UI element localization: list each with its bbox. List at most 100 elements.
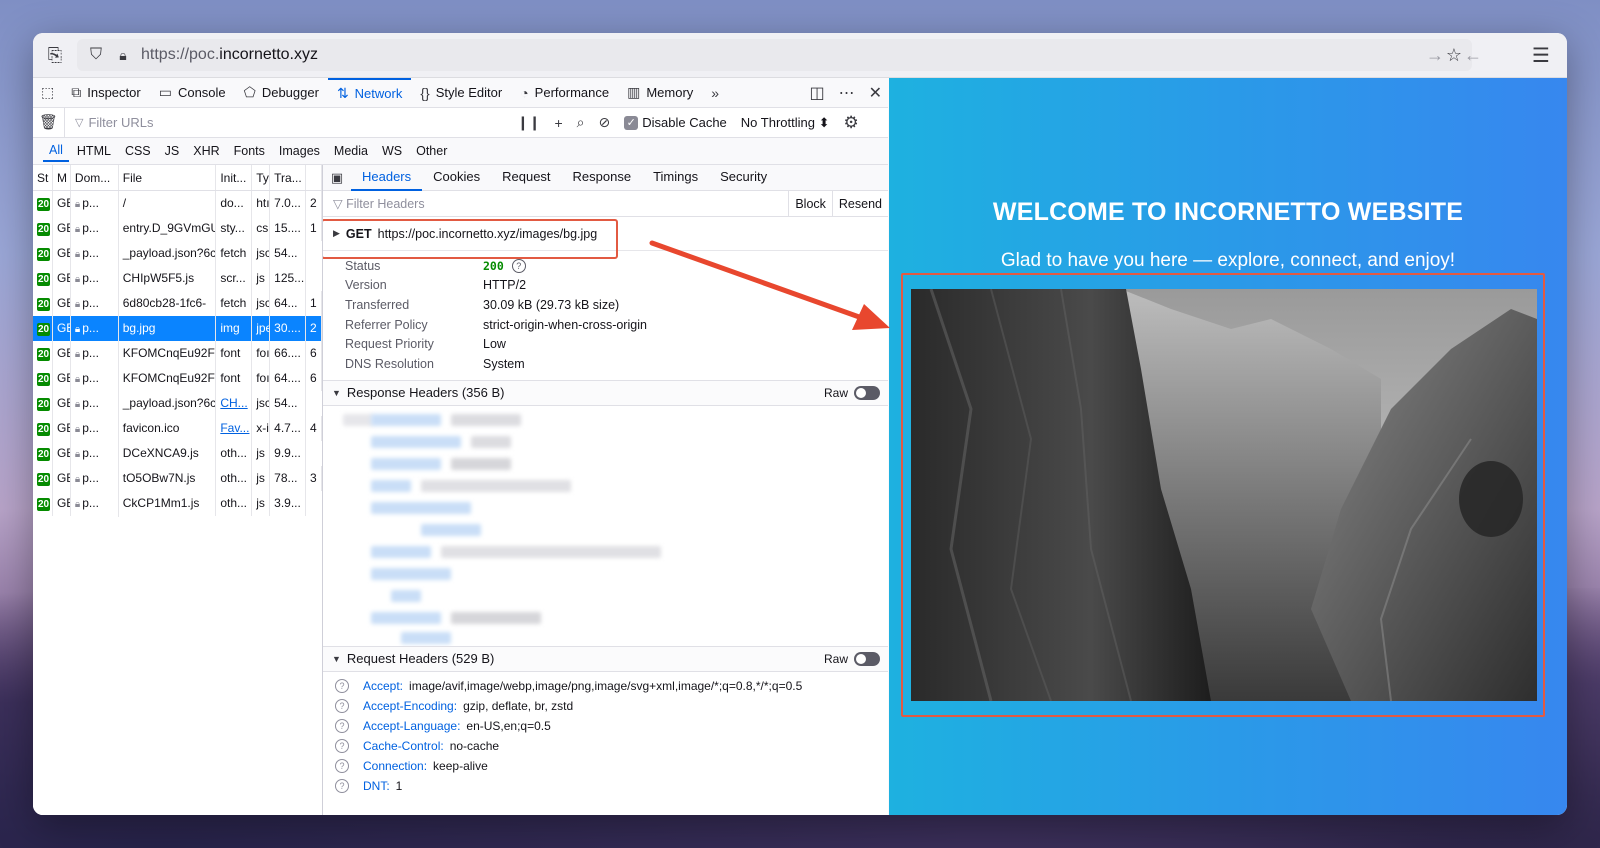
column-header[interactable]: Dom... <box>71 165 119 190</box>
block-icon[interactable]: ⊘ <box>599 114 611 131</box>
request-row[interactable]: 20GE🔒︎p...KFOMCnqEu92Frfontfoı64....6 <box>33 365 322 392</box>
raw-toggle[interactable]: Raw <box>824 385 880 400</box>
column-header[interactable]: Init... <box>216 165 253 190</box>
help-icon[interactable]: ? <box>335 758 349 773</box>
gear-icon[interactable]: ⚙ <box>843 113 858 133</box>
request-row[interactable]: 20GE🔒︎p...favicon.icoFav...x-i4.7...4 <box>33 415 322 442</box>
help-icon[interactable]: ? <box>335 778 349 793</box>
dock-side-icon[interactable]: ◫ <box>809 83 824 103</box>
toggle-switch[interactable] <box>854 385 880 400</box>
canyon-photo <box>911 289 1537 701</box>
type-cell: js <box>252 466 271 491</box>
column-header[interactable]: File <box>119 165 217 190</box>
response-headers-section[interactable]: ▼ Response Headers (356 B) Raw <box>323 379 888 406</box>
type-filter-js[interactable]: JS <box>159 141 186 161</box>
lock-icon: 🔒︎ <box>74 323 81 335</box>
type-filter-xhr[interactable]: XHR <box>187 141 225 161</box>
type-filter-images[interactable]: Images <box>273 141 326 161</box>
close-icon[interactable]: ✕ <box>869 83 882 103</box>
details-tab-response[interactable]: Response <box>562 165 643 191</box>
block-button[interactable]: Block <box>788 190 832 217</box>
plus-icon[interactable]: + <box>554 115 562 131</box>
filter-urls-input[interactable]: ▽ Filter URLs <box>75 115 505 130</box>
lock-icon[interactable]: 🔒︎ <box>113 47 133 64</box>
request-row[interactable]: 20GE🔒︎p...KFOMCnqEu92Frfontfoı66....6 <box>33 340 322 367</box>
details-tab-security[interactable]: Security <box>709 165 778 191</box>
hamburger-menu-icon[interactable]: ☰ <box>1529 43 1553 67</box>
request-row[interactable]: 20GE🔒︎p.../do...htı7.0...2 <box>33 190 322 217</box>
filter-headers-bar: ▽ Filter Headers Block Resend <box>323 190 888 217</box>
help-icon[interactable]: ? <box>335 738 349 753</box>
toggle-switch[interactable] <box>854 651 880 666</box>
request-row[interactable]: 20GE🔒︎p...6d80cb28-1fc6-fetchjsc64...1 <box>33 290 322 317</box>
tab-performance[interactable]: ◔ Performance <box>511 78 618 108</box>
shield-icon[interactable]: ⛉ <box>85 46 107 64</box>
help-icon[interactable]: ? <box>335 718 349 733</box>
element-picker[interactable]: ⬚ <box>33 78 62 108</box>
domain-cell: 🔒︎ p... <box>71 365 119 392</box>
pause-icon[interactable]: ❙❙ <box>517 114 540 131</box>
tab-console[interactable]: ▭ Console <box>150 78 235 108</box>
help-icon[interactable]: ? <box>335 698 349 713</box>
filter-icon: ▽ <box>75 117 84 129</box>
forward-arrow-icon[interactable]: → <box>1423 43 1447 67</box>
column-header[interactable]: Ty <box>252 165 271 190</box>
toggle-sidebar-icon[interactable]: ▣ <box>323 170 351 186</box>
type-filter-media[interactable]: Media <box>328 141 374 161</box>
more-options-icon[interactable]: ⋯ <box>839 83 855 103</box>
request-row[interactable]: 20GE🔒︎p...DCeXNCA9.jsoth...js9.9... <box>33 440 322 467</box>
extensions-icon[interactable]: ⎘ <box>43 43 67 67</box>
type-filter-fonts[interactable]: Fonts <box>228 141 271 161</box>
transferred-cell: 66.... <box>270 341 307 366</box>
tab-inspector[interactable]: ⧉ Inspector <box>62 78 149 108</box>
tab-memory[interactable]: ▥ Memory <box>618 78 702 108</box>
column-header[interactable] <box>306 165 322 190</box>
type-filter-ws[interactable]: WS <box>376 141 408 161</box>
initiator-cell[interactable]: CH... <box>216 391 253 416</box>
column-header[interactable]: St <box>33 165 53 190</box>
request-row[interactable]: 20GE🔒︎p..._payload.json?6cfetchjsc54... <box>33 240 322 267</box>
type-filter-html[interactable]: HTML <box>71 141 117 161</box>
request-headers-section[interactable]: ▼ Request Headers (529 B) Raw <box>323 645 888 672</box>
request-row[interactable]: 20GE🔒︎p..._payload.json?6cCH...jsc54... <box>33 390 322 417</box>
request-row[interactable]: 20GE🔒︎p...bg.jpgimgjpe30....2 <box>33 315 322 342</box>
details-tab-timings[interactable]: Timings <box>642 165 709 191</box>
method-cell: GE <box>53 366 71 391</box>
column-header[interactable]: Tra... <box>270 165 307 190</box>
url-text[interactable]: https://poc.incornetto.xyz <box>141 46 318 64</box>
request-header-row: ? Accept-Encoding: gzip, deflate, br, zstd <box>323 696 888 716</box>
tab-style-editor[interactable]: {} Style Editor <box>411 78 511 108</box>
status-cell: 20 <box>33 316 53 341</box>
type-filter-other[interactable]: Other <box>410 141 453 161</box>
tab-debugger[interactable]: ⬠ Debugger <box>235 78 328 108</box>
request-summary-url[interactable]: ▶ GET https://poc.incornetto.xyz/images/… <box>323 217 888 259</box>
raw-toggle[interactable]: Raw <box>824 651 880 666</box>
request-row[interactable]: 20GE🔒︎p...CkCP1Mm1.jsoth...js3.9... <box>33 490 322 517</box>
throttling-select[interactable]: No Throttling ⬍ <box>741 115 830 131</box>
initiator-cell[interactable]: Fav... <box>216 416 253 441</box>
details-tab-cookies[interactable]: Cookies <box>422 165 491 191</box>
back-arrow-icon[interactable]: ← <box>1461 43 1485 67</box>
request-row[interactable]: 20GE🔒︎p...entry.D_9GVmGUsty...cs15....1 <box>33 215 322 242</box>
network-icon: ⇅ <box>336 85 349 101</box>
help-icon[interactable]: ? <box>335 678 349 693</box>
search-icon[interactable]: ⌕ <box>577 114 585 131</box>
request-row[interactable]: 20GE🔒︎p...tO5OBw7N.jsoth...js78...3 <box>33 465 322 492</box>
url-bar[interactable]: ⛉ 🔒︎ https://poc.incornetto.xyz ☆ <box>77 39 1472 71</box>
request-row[interactable]: 20GE🔒︎p...CHIpW5F5.jsscr...js125... <box>33 265 322 292</box>
type-filter-all[interactable]: All <box>43 140 69 162</box>
tab-network[interactable]: ⇅ Network <box>327 77 412 108</box>
help-icon[interactable]: ? <box>511 258 526 273</box>
details-tab-request[interactable]: Request <box>491 165 561 191</box>
checkbox-checked-icon: ✓ <box>624 115 639 130</box>
domain-cell: 🔒︎ p... <box>71 415 119 442</box>
more-tools-chevron[interactable]: » <box>702 78 728 108</box>
disable-cache-checkbox[interactable]: ✓ Disable Cache <box>624 115 727 130</box>
type-filter-css[interactable]: CSS <box>119 141 157 161</box>
bookmark-star-icon[interactable]: ☆ <box>1446 45 1462 66</box>
details-tab-headers[interactable]: Headers <box>351 165 423 191</box>
trash-icon[interactable]: 🗑︎ <box>33 107 65 138</box>
filter-headers-input[interactable]: ▽ Filter Headers <box>333 196 788 211</box>
column-header[interactable]: M <box>53 165 71 190</box>
resend-button[interactable]: Resend <box>831 190 888 217</box>
